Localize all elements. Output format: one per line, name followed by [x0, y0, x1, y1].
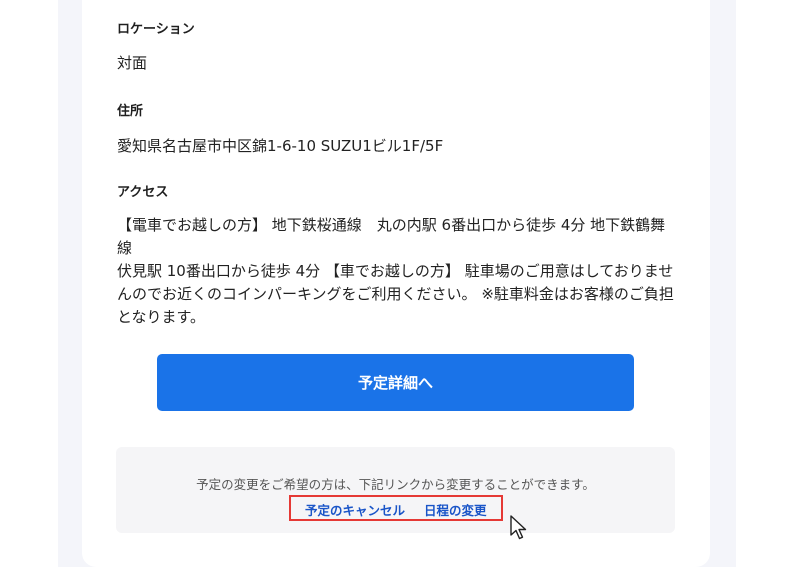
access-description: 【電車でお越しの方】 地下鉄桜通線 丸の内駅 6番出口から徒歩 4分 地下鉄鶴舞… [117, 216, 674, 326]
location-label: ロケーション [117, 22, 195, 37]
location-value: 対面 [117, 54, 148, 72]
access-label: アクセス [117, 185, 169, 200]
address-value: 愛知県名古屋市中区錦1-6-10 SUZU1ビル1F/5F [117, 137, 444, 155]
reschedule-link[interactable]: 日程の変更 [424, 500, 487, 519]
mouse-pointer-icon [510, 515, 527, 540]
cancel-reservation-link[interactable]: 予定のキャンセル [305, 500, 405, 519]
reservation-details-button[interactable]: 予定詳細へ [157, 354, 634, 411]
change-notice-text: 予定の変更をご希望の方は、下記リンクから変更することができます。 [196, 477, 595, 492]
address-label: 住所 [117, 104, 144, 119]
